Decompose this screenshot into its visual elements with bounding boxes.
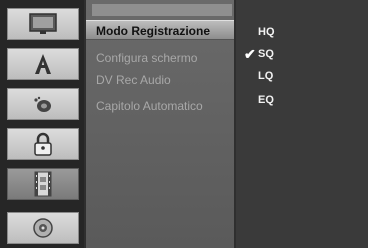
option-lq[interactable]: LQ xyxy=(244,66,354,86)
option-hq[interactable]: HQ xyxy=(244,22,354,42)
settings-menu: Modo Registrazione Configura schermo DV … xyxy=(86,0,234,248)
disc-button[interactable] xyxy=(7,212,79,244)
dvd-recorder-setup-screen: Modo Registrazione Configura schermo DV … xyxy=(0,0,368,248)
option-label: LQ xyxy=(258,70,274,82)
tv-monitor-icon xyxy=(29,13,57,35)
lock-button[interactable] xyxy=(7,128,79,160)
check-icon: ✔ xyxy=(244,46,256,62)
audio-icon xyxy=(31,94,55,114)
menu-item-configura-schermo[interactable]: Configura schermo xyxy=(86,48,234,68)
option-label: EQ xyxy=(258,94,274,106)
menu-item-capitolo-automatico[interactable]: Capitolo Automatico xyxy=(86,96,234,116)
lock-icon xyxy=(32,132,54,156)
disc-icon xyxy=(32,217,54,239)
recording-film-icon xyxy=(33,171,53,197)
menu-item-modo-registrazione[interactable]: Modo Registrazione xyxy=(86,20,234,40)
language-a-icon xyxy=(31,52,55,76)
option-label: SQ xyxy=(258,48,274,60)
option-eq[interactable]: EQ xyxy=(244,90,354,110)
tv-monitor-button[interactable] xyxy=(7,8,79,40)
audio-button[interactable] xyxy=(7,88,79,120)
menu-item-dv-rec-audio[interactable]: DV Rec Audio xyxy=(86,70,234,90)
category-icon-column xyxy=(0,0,84,248)
options-panel: HQ ✔ SQ LQ EQ xyxy=(236,0,368,248)
menu-top-strip xyxy=(92,4,232,16)
language-button[interactable] xyxy=(7,48,79,80)
option-sq[interactable]: ✔ SQ xyxy=(244,44,354,64)
option-label: HQ xyxy=(258,26,275,38)
recording-button[interactable] xyxy=(7,168,79,200)
